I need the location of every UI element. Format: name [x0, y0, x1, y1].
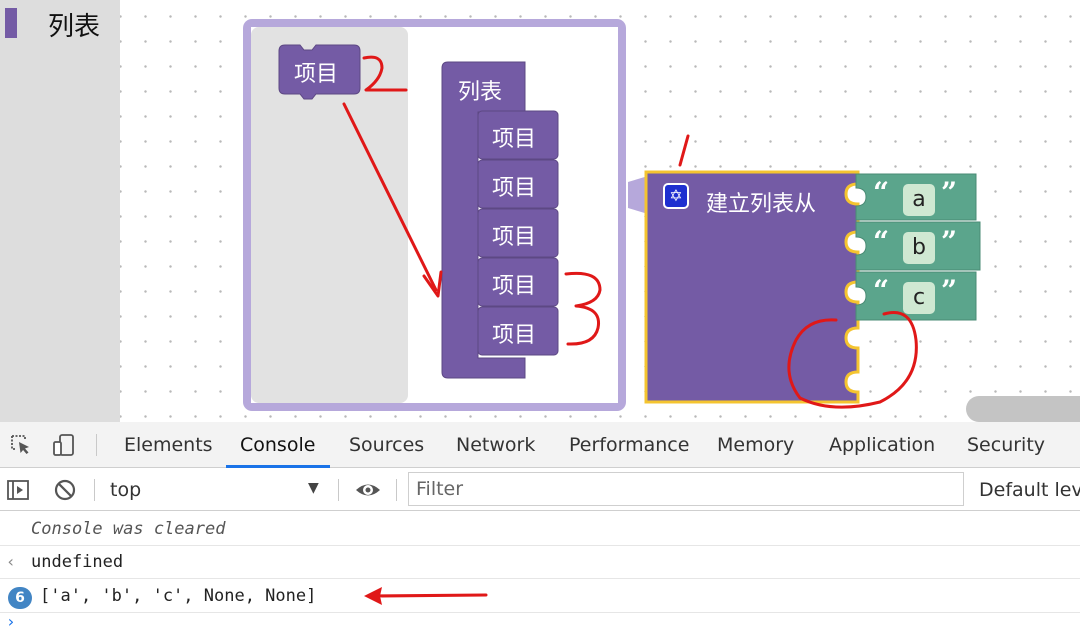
tab-memory[interactable]: Memory	[717, 434, 794, 456]
list-container-label: 列表	[458, 80, 503, 105]
string-field-c[interactable]: c	[903, 282, 935, 314]
tab-network[interactable]: Network	[456, 434, 535, 456]
clear-console-icon[interactable]	[53, 478, 77, 502]
red-arrow-annotation	[364, 587, 488, 605]
tab-security[interactable]: Security	[967, 434, 1045, 456]
close-quote-icon: ”	[941, 274, 958, 307]
tab-performance[interactable]: Performance	[569, 434, 689, 456]
string-field-b[interactable]: b	[903, 232, 935, 264]
tab-application[interactable]: Application	[829, 434, 935, 456]
live-expression-eye-icon[interactable]	[354, 478, 382, 502]
device-toolbar-icon[interactable]	[52, 433, 76, 457]
context-selector[interactable]: top ▼	[104, 469, 328, 511]
console-filter-box	[408, 472, 964, 506]
devtools-tab-bar: Elements Console Sources Network Perform…	[0, 422, 1080, 468]
close-quote-icon: ”	[941, 176, 958, 209]
container-item-label: 项目	[492, 225, 537, 250]
console-message-return: ‹ undefined	[0, 546, 1080, 579]
tab-console[interactable]: Console	[240, 434, 315, 456]
gear-icon[interactable]: ✡	[663, 183, 689, 209]
tab-elements[interactable]: Elements	[124, 434, 213, 456]
devtools-panel: Elements Console Sources Network Perform…	[0, 422, 1080, 630]
context-selector-value: top	[110, 479, 142, 501]
flyout-item-label: 项目	[294, 62, 339, 87]
container-item-label: 项目	[492, 274, 537, 299]
console-message-text: Console was cleared	[31, 519, 226, 539]
workspace-horizontal-scrollbar[interactable]	[966, 396, 1080, 422]
create-list-label: 建立列表从	[706, 192, 817, 217]
active-tab-indicator	[226, 465, 330, 468]
tab-sources[interactable]: Sources	[349, 434, 424, 456]
open-quote-icon: “	[873, 225, 890, 258]
toolbar-divider	[96, 434, 97, 456]
return-value-arrow-icon: ‹	[6, 552, 16, 571]
toolbar-divider	[396, 479, 397, 501]
string-field-a[interactable]: a	[903, 184, 935, 216]
console-log-text: ['a', 'b', 'c', None, None]	[40, 586, 317, 606]
toolbar-divider	[94, 479, 95, 501]
console-filter-input[interactable]	[416, 477, 956, 501]
console-messages: Console was cleared ‹ undefined 6 ['a', …	[0, 512, 1080, 630]
show-sidebar-icon[interactable]	[6, 478, 30, 502]
close-quote-icon: ”	[941, 225, 958, 258]
log-levels-dropdown[interactable]: Default leve	[979, 479, 1080, 501]
container-item-label: 项目	[492, 127, 537, 152]
repeat-count-badge: 6	[8, 587, 32, 609]
open-quote-icon: “	[873, 176, 890, 209]
open-quote-icon: “	[873, 274, 890, 307]
dropdown-arrow-icon: ▼	[308, 480, 319, 496]
container-item-label: 项目	[492, 323, 537, 348]
console-return-text: undefined	[31, 552, 124, 572]
console-toolbar: top ▼ Default leve	[0, 469, 1080, 511]
console-message-cleared: Console was cleared	[0, 512, 1080, 546]
console-message-log[interactable]: 6 ['a', 'b', 'c', None, None]	[0, 579, 1080, 613]
container-item-label: 项目	[492, 176, 537, 201]
console-prompt-icon[interactable]: ›	[6, 612, 16, 630]
toolbar-divider	[338, 479, 339, 501]
blockly-workspace[interactable]: 列表 项目 列表 项目 项目 项目 项目 项目 ✡ 建立列表从 “ a ” “ …	[0, 0, 1080, 422]
inspect-element-icon[interactable]	[9, 433, 33, 457]
